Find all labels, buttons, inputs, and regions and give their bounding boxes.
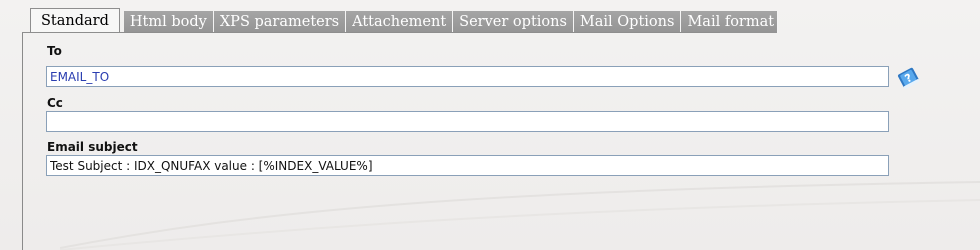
cc-field[interactable]: [46, 111, 889, 132]
help-icon[interactable]: ?: [896, 66, 922, 90]
tab-server-options[interactable]: Server options: [453, 11, 574, 33]
tab-attachement[interactable]: Attachement: [346, 11, 454, 33]
tab-mail-options[interactable]: Mail Options: [573, 11, 682, 33]
email-settings-panel: Standard Html body XPS parameters Attach…: [0, 0, 980, 250]
to-label: To: [47, 44, 62, 58]
tab-bar: Standard Html body XPS parameters Attach…: [22, 8, 980, 33]
tab-mail-format[interactable]: Mail format: [681, 11, 779, 33]
cc-label: Cc: [47, 96, 63, 110]
standard-tab-content: To ? Cc Email subject: [23, 33, 980, 250]
tab-standard[interactable]: Standard: [30, 8, 120, 33]
to-field[interactable]: [46, 66, 889, 87]
tab-xps-parameters[interactable]: XPS parameters: [213, 11, 347, 33]
email-subject-label: Email subject: [47, 140, 138, 154]
tab-html-body[interactable]: Html body: [123, 11, 214, 33]
email-subject-field[interactable]: [46, 155, 889, 176]
